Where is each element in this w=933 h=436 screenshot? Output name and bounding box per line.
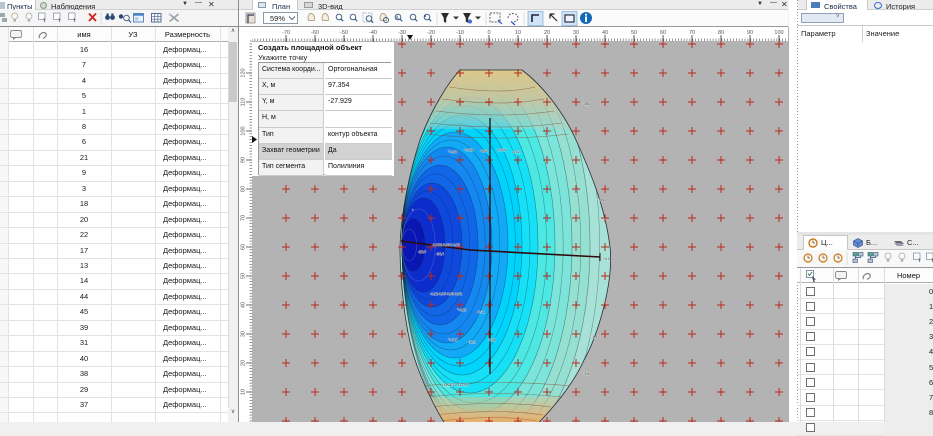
svg-text:60: 60 xyxy=(660,30,666,36)
svg-text:-0.12-0.05-0.03-0.02: -0.12-0.05-0.03-0.02 xyxy=(430,292,462,296)
svg-text:20: 20 xyxy=(544,30,550,36)
svg-text:80: 80 xyxy=(241,186,247,192)
svg-text:-50: -50 xyxy=(340,30,348,36)
svg-text:°-4.6: °-4.6 xyxy=(582,372,589,376)
svg-text:50: 50 xyxy=(631,30,637,36)
svg-text:-70: -70 xyxy=(282,30,290,36)
svg-text:-40: -40 xyxy=(369,30,377,36)
svg-text:°-0.13: °-0.13 xyxy=(457,308,466,312)
svg-text:90: 90 xyxy=(241,157,247,163)
svg-text:100: 100 xyxy=(774,30,783,36)
svg-text:-20: -20 xyxy=(427,30,435,36)
svg-text:°-9.6: °-9.6 xyxy=(597,198,604,202)
svg-text:-30: -30 xyxy=(398,30,406,36)
svg-text:-0.025: -0.025 xyxy=(496,148,506,152)
svg-text:120: 120 xyxy=(241,68,247,77)
svg-text:-60: -60 xyxy=(311,30,319,36)
svg-text:+4.0: +4.0 xyxy=(603,257,610,261)
svg-text:10: 10 xyxy=(515,30,521,36)
svg-text:30: 30 xyxy=(241,331,247,337)
svg-text:30: 30 xyxy=(573,30,579,36)
svg-text:°-17.5: °-17.5 xyxy=(448,338,457,342)
svg-text:70: 70 xyxy=(689,30,695,36)
svg-text:-26.6: -26.6 xyxy=(418,250,426,254)
svg-text:70: 70 xyxy=(241,215,247,221)
svg-text:-0.03: -0.03 xyxy=(480,149,488,153)
svg-text:-0.028: -0.028 xyxy=(464,148,474,152)
svg-text:90: 90 xyxy=(747,30,753,36)
svg-text:110: 110 xyxy=(241,98,247,107)
svg-text:-12.1: -12.1 xyxy=(468,340,476,344)
svg-text:-0.02: -0.02 xyxy=(512,150,520,154)
svg-text:-0.05: -0.05 xyxy=(488,338,496,342)
svg-text:°-8.6: °-8.6 xyxy=(582,102,589,106)
svg-text:-13.110-0.11-0.10: -13.110-0.11-0.10 xyxy=(442,383,469,387)
svg-text:50: 50 xyxy=(241,273,247,279)
svg-text:0: 0 xyxy=(487,30,490,36)
svg-text:40: 40 xyxy=(241,302,247,308)
svg-text:-10: -10 xyxy=(456,30,464,36)
svg-text:100: 100 xyxy=(241,126,247,135)
svg-text:°-0.03: °-0.03 xyxy=(448,150,457,154)
svg-text:80: 80 xyxy=(718,30,724,36)
svg-text:40: 40 xyxy=(602,30,608,36)
svg-text:20: 20 xyxy=(241,360,247,366)
svg-text:59%: 59% xyxy=(270,14,285,23)
svg-text:-0.11: -0.11 xyxy=(477,310,485,314)
svg-text:-24.4: -24.4 xyxy=(436,252,444,256)
svg-text:°-4.4: °-4.4 xyxy=(590,335,597,339)
svg-text:10: 10 xyxy=(241,389,247,395)
svg-text:-0.032-0.034-0.03: -0.032-0.034-0.03 xyxy=(432,243,460,247)
svg-text:60: 60 xyxy=(241,244,247,250)
